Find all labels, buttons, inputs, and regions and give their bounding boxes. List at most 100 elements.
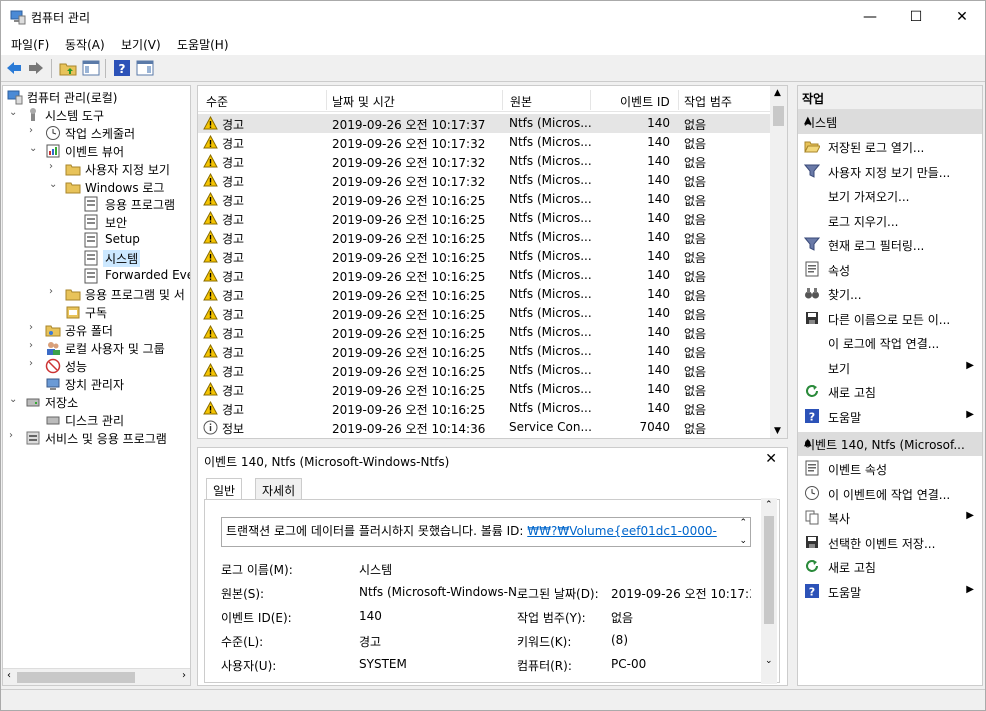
scrollbar-thumb[interactable] [764,516,774,624]
action-item[interactable]: 보기 ▶ [798,355,982,379]
menu-help[interactable]: 도움말(H) [177,36,229,53]
tree-item-task-scheduler[interactable]: › 작업 스케줄러 [29,124,189,142]
column-header-event-id[interactable]: 이벤트 ID [620,93,670,110]
table-row[interactable]: 경고 2019-09-26 오전 10:16:25 Ntfs (Micros... 1… [198,247,770,266]
action-item[interactable]: 저장된 로그 열기... [798,134,982,158]
scroll-left-icon[interactable]: ‹ [7,670,11,681]
actions-section-system[interactable]: 시스템 ▲ [798,110,982,134]
chevron-down-icon[interactable]: ⌄ [29,143,39,154]
tree-item-services-apps[interactable]: › 서비스 및 응용 프로그램 [9,429,189,447]
table-row[interactable]: 경고 2019-09-26 오전 10:17:32 Ntfs (Micros... 1… [198,133,770,152]
action-item[interactable]: 현재 로그 필터링... [798,232,982,256]
column-separator[interactable] [502,90,503,110]
menu-view[interactable]: 보기(V) [121,36,161,53]
chevron-right-icon[interactable]: › [29,358,39,369]
scroll-down-icon[interactable]: ⌄ [739,536,747,546]
action-item[interactable]: 선택한 이벤트 저장... [798,530,982,554]
column-header-source[interactable]: 원본 [510,93,532,110]
tree-item-windows-logs[interactable]: ⌄ Windows 로그 [49,178,189,196]
show-action-pane-icon[interactable] [136,59,154,77]
table-row[interactable]: 경고 2019-09-26 오전 10:16:25 Ntfs (Micros... 1… [198,342,770,361]
table-row[interactable]: 경고 2019-09-26 오전 10:16:25 Ntfs (Micros... 1… [198,285,770,304]
column-header-level[interactable]: 수준 [206,93,228,110]
tree-horizontal-scrollbar[interactable]: ‹ › [3,668,190,685]
tree-item-forwarded-events[interactable]: Forwarded Even [83,267,190,285]
column-header-task-category[interactable]: 작업 범주 [684,93,732,110]
table-row[interactable]: 경고 2019-09-26 오전 10:16:25 Ntfs (Micros... 1… [198,380,770,399]
scroll-up-icon[interactable]: ▲ [774,88,781,98]
table-row[interactable]: 경고 2019-09-26 오전 10:17:32 Ntfs (Micros... 1… [198,152,770,171]
table-row[interactable]: 경고 2019-09-26 오전 10:16:25 Ntfs (Micros... 1… [198,209,770,228]
chevron-right-icon[interactable]: › [29,125,39,136]
table-row[interactable]: 경고 2019-09-26 오전 10:16:25 Ntfs (Micros... 1… [198,399,770,418]
table-row[interactable]: 경고 2019-09-26 오전 10:16:25 Ntfs (Micros... 1… [198,361,770,380]
forward-arrow-icon[interactable] [27,59,45,77]
scroll-down-icon[interactable]: ▼ [774,426,781,436]
tree-item-system-tools[interactable]: ⌄ 시스템 도구 [9,106,189,124]
action-item[interactable]: ? 도움말 ▶ [798,404,982,428]
tree-item-custom-views[interactable]: › 사용자 지정 보기 [49,160,189,178]
scroll-up-icon[interactable]: ⌃ [765,500,773,510]
up-folder-icon[interactable] [59,59,77,77]
scroll-right-icon[interactable]: › [182,670,186,681]
action-item[interactable]: 새로 고침 [798,554,982,578]
action-item[interactable]: 이 로그에 작업 연결... [798,330,982,354]
action-item[interactable]: 찾기... [798,281,982,305]
action-item[interactable]: 이벤트 속성 [798,456,982,480]
action-item[interactable]: 다른 이름으로 모든 이... [798,306,982,330]
collapse-icon[interactable]: ▲ [804,437,976,448]
tree-item-security-log[interactable]: 보안 [83,213,190,231]
tree-item-system-log[interactable]: 시스템 [83,249,190,267]
detail-vertical-scrollbar[interactable]: ⌃ ⌄ [761,498,777,684]
chevron-right-icon[interactable]: › [29,322,39,333]
table-row[interactable]: 경고 2019-09-26 오전 10:16:25 Ntfs (Micros... 1… [198,266,770,285]
column-separator[interactable] [678,90,679,110]
scroll-up-icon[interactable]: ⌃ [739,518,747,528]
minimize-button[interactable]: — [847,1,893,33]
maximize-button[interactable]: ☐ [893,1,939,33]
table-row[interactable]: 경고 2019-09-26 오전 10:16:25 Ntfs (Micros... 1… [198,304,770,323]
chevron-down-icon[interactable]: ⌄ [9,394,19,405]
event-message-box[interactable]: 트랜잭션 로그에 데이터를 플러시하지 못했습니다. 볼륨 ID: ₩₩?₩Vo… [221,517,751,547]
tree-item-app-services-logs[interactable]: › 응용 프로그램 및 서 [49,285,190,303]
action-item[interactable]: 새로 고침 [798,379,982,403]
collapse-icon[interactable]: ▲ [804,115,976,126]
chevron-down-icon[interactable]: ⌄ [49,179,59,190]
scrollbar-thumb[interactable] [773,106,784,126]
action-item[interactable]: 보기 가져오기... [798,183,982,207]
tree-item-subscriptions[interactable]: 구독 [65,303,189,321]
table-row[interactable]: 경고 2019-09-26 오전 10:16:25 Ntfs (Micros... 1… [198,323,770,342]
tree-item-local-users[interactable]: › 로컬 사용자 및 그룹 [29,339,189,357]
tree-item-performance[interactable]: › 성능 [29,357,189,375]
table-row[interactable]: 경고 2019-09-26 오전 10:16:25 Ntfs (Micros... 1… [198,228,770,247]
action-item[interactable]: 이 이벤트에 작업 연결... [798,481,982,505]
scroll-down-icon[interactable]: ⌄ [765,656,773,666]
detail-close-button[interactable]: ✕ [765,451,777,467]
tree-item-shared-folders[interactable]: › 공유 폴더 [29,321,189,339]
tree-item-application-log[interactable]: 응용 프로그램 [83,195,190,213]
tab-general[interactable]: 일반 [206,478,243,500]
column-separator[interactable] [326,90,327,110]
close-button[interactable]: ✕ [939,1,985,33]
tab-details[interactable]: 자세히 [255,478,303,500]
column-header-datetime[interactable]: 날짜 및 시간 [332,93,395,110]
scrollbar-thumb[interactable] [17,672,135,683]
action-item[interactable]: 속성 [798,257,982,281]
actions-section-event[interactable]: 이벤트 140, Ntfs (Microsof... ▲ [798,432,982,456]
volume-link[interactable]: ₩₩?₩Volume{eef01dc1-0000- [527,524,717,538]
action-item[interactable]: 사용자 지정 보기 만들... [798,159,982,183]
menu-file[interactable]: 파일(F) [11,36,49,53]
action-item[interactable]: 로그 지우기... [798,208,982,232]
chevron-right-icon[interactable]: › [9,430,19,441]
tree-item-disk-management[interactable]: 디스크 관리 [45,411,189,429]
chevron-down-icon[interactable]: ⌄ [9,107,19,118]
list-vertical-scrollbar[interactable]: ▲ ▼ [770,86,787,438]
table-row[interactable]: 정보 2019-09-26 오전 10:14:36 Service Con... 70… [198,418,770,437]
action-item[interactable]: ? 도움말 ▶ [798,579,982,603]
tree-item-root[interactable]: 컴퓨터 관리(로컬) [7,88,190,106]
tree-item-device-manager[interactable]: 장치 관리자 [45,375,189,393]
action-item[interactable]: 복사 ▶ [798,505,982,529]
show-hide-tree-icon[interactable] [82,59,100,77]
chevron-right-icon[interactable]: › [29,340,39,351]
back-arrow-icon[interactable] [5,59,23,77]
